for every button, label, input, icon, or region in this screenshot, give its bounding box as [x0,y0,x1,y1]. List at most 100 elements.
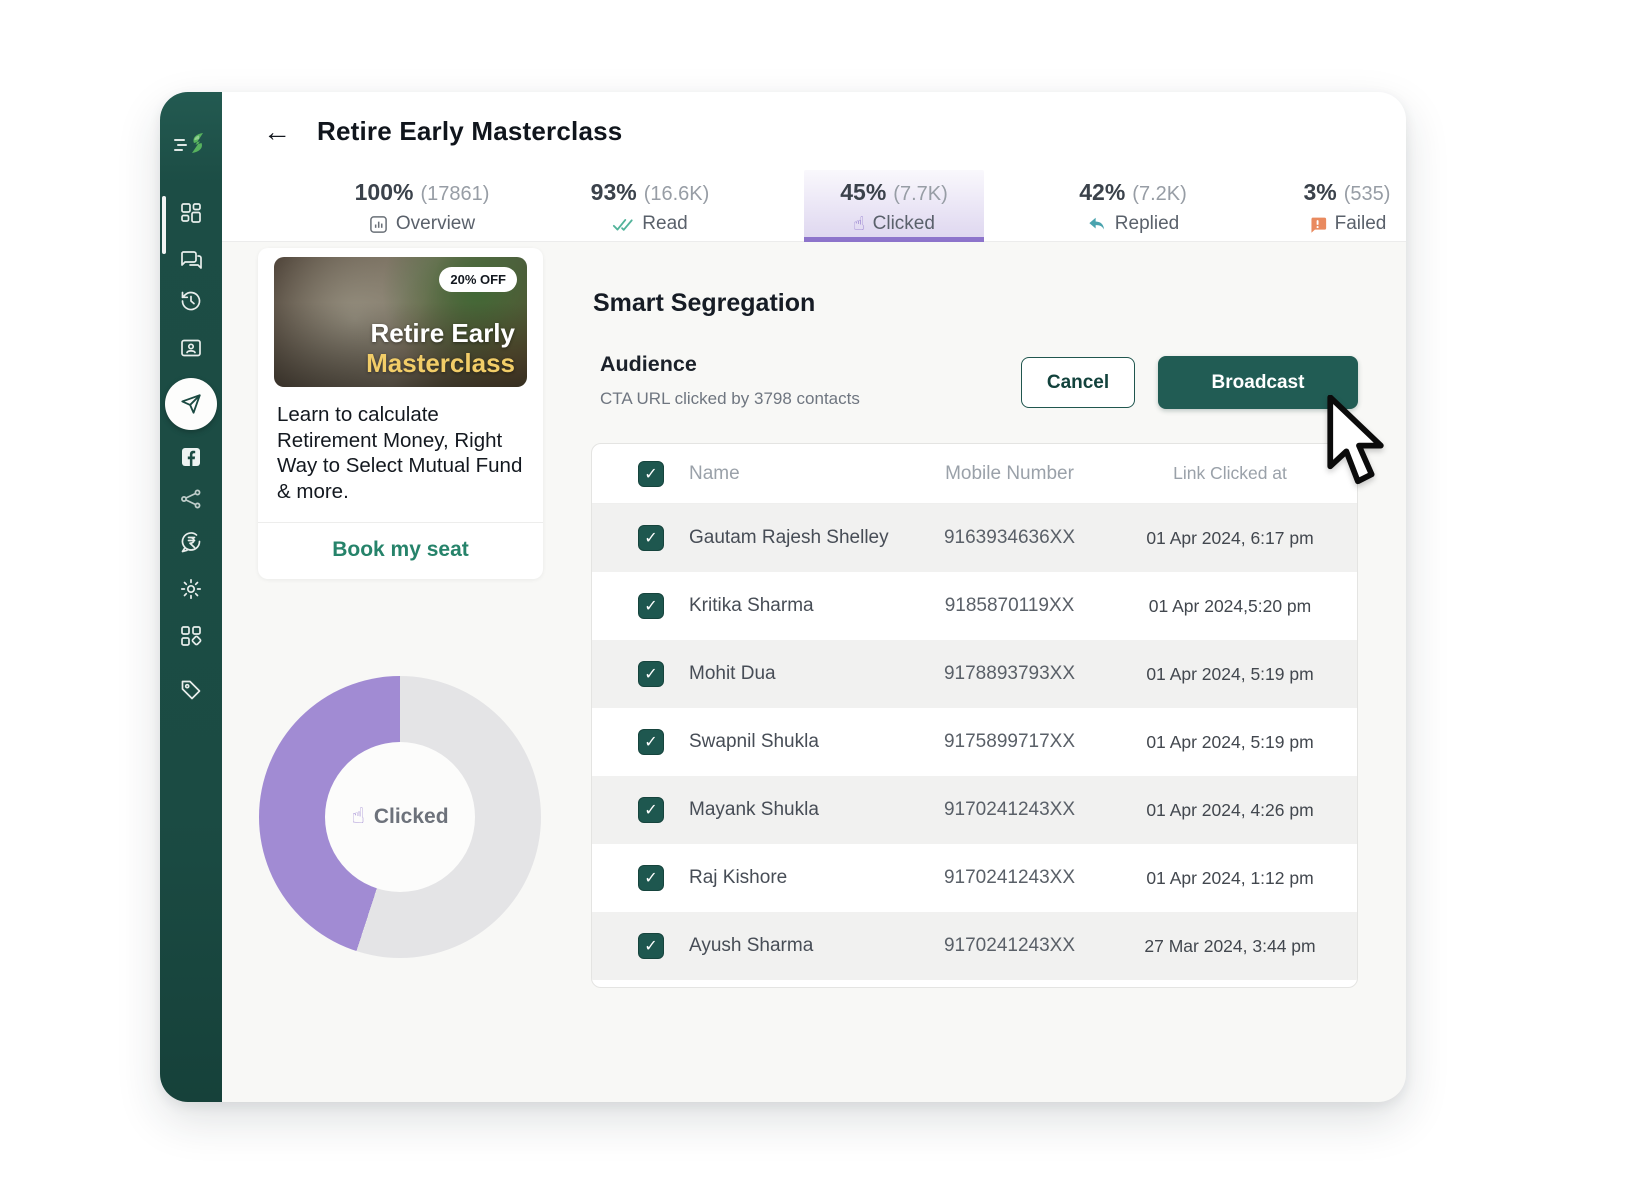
table-row: ✓ Gautam Rajesh Shelley 9163934636XX 01 … [592,504,1357,572]
col-header-mobile: Mobile Number [918,463,1101,485]
name-cell: Swapnil Shukla [668,731,918,753]
tab-overview[interactable]: 100% (17861) Overview [332,170,512,242]
broadcast-button[interactable]: Broadcast [1158,356,1358,409]
discount-badge: 20% OFF [439,267,517,292]
send-icon [180,393,202,415]
sidebar-item-apps-icon[interactable] [179,624,203,648]
section-title: Smart Segregation [593,289,815,318]
tab-failed-value: 3% [1304,179,1337,206]
table-row: ✓ Mayank Shukla 9170241243XX 01 Apr 2024… [592,776,1357,844]
tab-replied-label: Replied [1115,213,1179,235]
table-header-row: ✓ Name Mobile Number Link Clicked at [592,444,1357,504]
clicked-at-cell: 01 Apr 2024,5:20 pm [1101,596,1358,617]
tab-read[interactable]: 93% (16.6K) Read [560,170,740,242]
sidebar-item-payments-icon[interactable] [179,530,203,554]
row-checkbox[interactable]: ✓ [638,865,664,891]
tab-overview-value: 100% [355,179,414,206]
sidebar-item-facebook-icon[interactable] [179,445,203,469]
campaign-caption: Learn to calculate Retirement Money, Rig… [258,387,543,522]
name-cell: Mohit Dua [668,663,918,685]
bar-chart-icon [369,215,388,234]
name-cell: Raj Kishore [668,867,918,889]
active-section-indicator [162,196,166,254]
row-checkbox[interactable]: ✓ [638,797,664,823]
tab-clicked-value: 45% [840,179,886,206]
table-row: ✓ Raj Kishore 9170241243XX 01 Apr 2024, … [592,844,1357,912]
mobile-cell: 9170241243XX [918,799,1101,821]
name-cell: Kritika Sharma [668,595,918,617]
tab-clicked-label: Clicked [873,213,935,235]
tab-overview-count: (17861) [420,183,489,206]
tab-read-label: Read [642,213,687,235]
campaign-image: 20% OFF Retire Early Masterclass [274,257,527,387]
campaign-preview-card: 20% OFF Retire Early Masterclass Learn t… [258,248,543,579]
clicked-at-cell: 01 Apr 2024, 6:17 pm [1101,528,1358,549]
sidebar-item-broadcast-active[interactable] [165,378,217,430]
sidebar-item-integrations-icon[interactable] [179,487,203,511]
select-all-checkbox[interactable]: ✓ [638,461,664,487]
book-my-seat-button[interactable]: Book my seat [258,523,543,579]
page-title: Retire Early Masterclass [317,116,622,147]
row-checkbox[interactable]: ✓ [638,729,664,755]
tab-failed-label: Failed [1335,213,1387,235]
clicked-at-cell: 27 Mar 2024, 3:44 pm [1101,936,1358,957]
mobile-cell: 9170241243XX [918,867,1101,889]
row-checkbox[interactable]: ✓ [638,525,664,551]
row-checkbox[interactable]: ✓ [638,593,664,619]
app-logo-icon [160,126,222,166]
tap-click-icon: ☝ [853,215,865,234]
sidebar-item-dashboard-icon[interactable] [179,201,203,225]
tab-failed[interactable]: 3% (535) Failed [1257,170,1406,242]
tap-click-icon: ☝ [351,806,364,828]
app-window: ← Retire Early Masterclass 100% (17861) O… [160,92,1406,1102]
sidebar-item-history-icon[interactable] [179,289,203,313]
mobile-cell: 9185870119XX [918,595,1101,617]
tab-replied-value: 42% [1079,179,1125,206]
sidebar-item-chats-icon[interactable] [179,247,203,271]
name-cell: Gautam Rajesh Shelley [668,527,918,549]
col-header-clicked-at: Link Clicked at [1101,463,1358,484]
back-arrow-icon[interactable]: ← [263,118,291,146]
tab-overview-label: Overview [396,213,475,235]
reply-arrow-icon [1087,215,1107,233]
clicked-at-cell: 01 Apr 2024, 5:19 pm [1101,732,1358,753]
donut-ring: ☝ Clicked [259,676,541,958]
sidebar-item-tags-icon[interactable] [179,678,203,702]
name-cell: Ayush Sharma [668,935,918,957]
page-canvas: ← Retire Early Masterclass 100% (17861) O… [0,0,1646,1200]
table-row: ✓ Kritika Sharma 9185870119XX 01 Apr 202… [592,572,1357,640]
clicked-at-cell: 01 Apr 2024, 1:12 pm [1101,868,1358,889]
audience-caption: CTA URL clicked by 3798 contacts [600,389,860,409]
audience-label: Audience [600,352,697,377]
alert-message-icon [1308,215,1327,234]
row-checkbox[interactable]: ✓ [638,933,664,959]
audience-table: ✓ Name Mobile Number Link Clicked at ✓ G… [591,443,1358,988]
sidebar-item-contacts-icon[interactable] [179,336,203,360]
tab-clicked-count: (7.7K) [893,183,947,206]
tab-clicked[interactable]: 45% (7.7K) ☝ Clicked [804,170,984,242]
mobile-cell: 9178893793XX [918,663,1101,685]
campaign-image-subtitle: Masterclass [366,349,515,379]
cancel-button[interactable]: Cancel [1021,357,1135,408]
table-row: ✓ Swapnil Shukla 9175899717XX 01 Apr 202… [592,708,1357,776]
mobile-cell: 9170241243XX [918,935,1101,957]
campaign-image-title: Retire Early [366,319,515,349]
name-cell: Mayank Shukla [668,799,918,821]
tab-failed-count: (535) [1344,183,1391,206]
sidebar-item-settings-icon[interactable] [179,577,203,601]
table-row: ✓ Mohit Dua 9178893793XX 01 Apr 2024, 5:… [592,640,1357,708]
row-checkbox[interactable]: ✓ [638,661,664,687]
tab-read-value: 93% [591,179,637,206]
tab-read-count: (16.6K) [644,183,710,206]
sidebar [160,92,222,1102]
donut-center-label: Clicked [374,805,449,829]
clicked-at-cell: 01 Apr 2024, 5:19 pm [1101,664,1358,685]
donut-center: ☝ Clicked [325,742,475,892]
tab-replied-count: (7.2K) [1132,183,1186,206]
table-row: ✓ Ayush Sharma 9170241243XX 27 Mar 2024,… [592,912,1357,980]
col-header-name: Name [668,463,918,485]
tab-replied[interactable]: 42% (7.2K) Replied [1043,170,1223,242]
mobile-cell: 9163934636XX [918,527,1101,549]
mobile-cell: 9175899717XX [918,731,1101,753]
double-check-icon [612,216,634,233]
